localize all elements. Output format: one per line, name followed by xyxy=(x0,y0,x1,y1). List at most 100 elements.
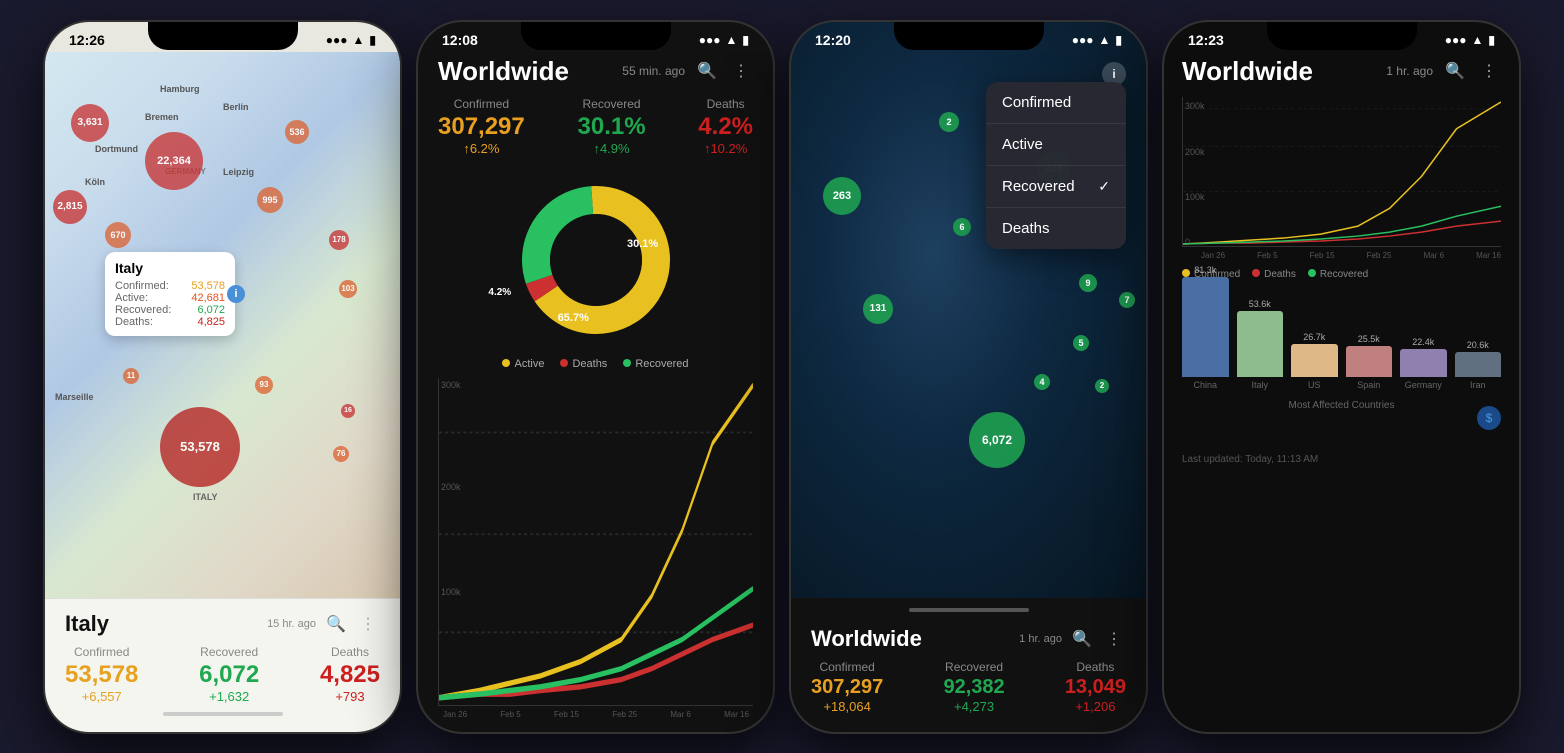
worldwide-stats-row-2: Confirmed 307,297 ↑6.2% Recovered 30.1% … xyxy=(438,97,753,156)
menu-button-3[interactable]: ⋮ xyxy=(1102,627,1126,651)
notch-4 xyxy=(1267,22,1417,50)
time-1: 12:26 xyxy=(69,32,105,48)
bubble-22364: 22,364 xyxy=(145,132,203,190)
search-button-2[interactable]: 🔍 xyxy=(695,59,719,83)
x-label-mar16-4: Mar 16 xyxy=(1476,251,1501,260)
popup-deaths: 4,825 xyxy=(197,316,225,328)
worldwide-header-4: Worldwide 1 hr. ago 🔍 ⋮ xyxy=(1182,52,1501,97)
x-label-feb5-4: Feb 5 xyxy=(1257,251,1277,260)
gbubble-2b: 2 xyxy=(1095,379,1109,393)
bubble-2815: 2,815 xyxy=(53,190,87,224)
phone-worldwide-map: 12:20 ●●● ▲ ▮ 2 239 263 6 9 7 131 5 4 2 … xyxy=(791,22,1146,732)
line-chart-4: 300k 200k 100k 0 Jan 26 Feb 5 xyxy=(1182,97,1501,247)
confirmed-label-2: Confirmed xyxy=(438,97,525,111)
phone3-updated: 1 hr. ago xyxy=(1019,633,1062,645)
gbubble-4: 4 xyxy=(1034,374,1050,390)
gbubble-9: 9 xyxy=(1079,274,1097,292)
x-label-jan26-2: Jan 26 xyxy=(443,710,467,719)
battery-icon-3: ▮ xyxy=(1115,33,1122,47)
phone-italy: 12:26 ●●● ▲ ▮ Hamburg Bremen Berlin GERM… xyxy=(45,22,400,732)
bubble-11: 11 xyxy=(123,368,139,384)
menu-item-active[interactable]: Active xyxy=(986,124,1126,166)
recovered-change-3: +4,273 xyxy=(943,699,1004,714)
donut-svg xyxy=(511,175,681,345)
x-label-feb5-2: Feb 5 xyxy=(500,710,520,719)
wifi-icon: ▲ xyxy=(353,33,365,47)
popup-title: Italy xyxy=(115,260,225,276)
gbubble-2a: 2 xyxy=(939,112,959,132)
recovered-change-2: ↑4.9% xyxy=(578,141,646,156)
legend-deaths-4: Deaths xyxy=(1252,269,1296,280)
notch-2 xyxy=(521,22,671,50)
recovered-value-3: 92,382 xyxy=(943,676,1004,699)
confirmed-change-2: ↑6.2% xyxy=(438,141,525,156)
phone3-title: Worldwide xyxy=(811,626,922,652)
menu-item-deaths[interactable]: Deaths xyxy=(986,208,1126,249)
wifi-icon-4: ▲ xyxy=(1472,33,1484,47)
deaths-change-2: ↑10.2% xyxy=(698,141,753,156)
time-4: 12:23 xyxy=(1188,32,1224,48)
status-icons-1: ●●● ▲ ▮ xyxy=(326,33,376,47)
worldwide-map[interactable]: 2 239 263 6 9 7 131 5 4 2 6,072 i Confir… xyxy=(791,22,1146,598)
bubble-536: 536 xyxy=(285,120,309,144)
bubble-italy-large: 53,578 xyxy=(160,407,240,487)
x-label-feb25-4: Feb 25 xyxy=(1367,251,1392,260)
legend-recovered-4: Recovered xyxy=(1308,269,1368,280)
line-chart-svg-2 xyxy=(439,378,753,705)
italy-stats-row: Confirmed 53,578 +6,557 Recovered 6,072 … xyxy=(65,645,380,704)
line-chart-legend-4: Confirmed Deaths Recovered xyxy=(1182,269,1501,280)
menu-button-4[interactable]: ⋮ xyxy=(1477,59,1501,83)
worldwide-header-2: Worldwide 55 min. ago 🔍 ⋮ xyxy=(438,52,753,97)
signal-icon: ●●● xyxy=(326,33,348,47)
confirmed-label-1: Confirmed xyxy=(65,645,138,659)
wifi-icon-3: ▲ xyxy=(1099,33,1111,47)
italy-title: Italy xyxy=(65,611,109,637)
recovered-value-1: 6,072 xyxy=(199,661,259,689)
map-label-leipzig: Leipzig xyxy=(223,167,254,177)
menu-button-2[interactable]: ⋮ xyxy=(729,59,753,83)
time-2: 12:08 xyxy=(442,32,478,48)
dropdown-menu: Confirmed Active Recovered ✓ Deaths xyxy=(986,82,1126,249)
phones-container: 12:26 ●●● ▲ ▮ Hamburg Bremen Berlin GERM… xyxy=(25,2,1539,752)
search-button-1[interactable]: 🔍 xyxy=(324,612,348,636)
recovered-label-3: Recovered xyxy=(943,660,1004,674)
bubble-670: 670 xyxy=(105,222,131,248)
bubble-76: 76 xyxy=(333,446,349,462)
header-right-2: 55 min. ago 🔍 ⋮ xyxy=(622,59,753,83)
confirmed-change-1: +6,557 xyxy=(65,689,138,704)
gbubble-7: 7 xyxy=(1119,292,1135,308)
bar-chart-inner-4: 81.3k China 53.6k Italy 26.7k US 25.5k S… xyxy=(1182,290,1501,410)
status-icons-2: ●●● ▲ ▮ xyxy=(699,33,749,47)
x-label-feb15-2: Feb 15 xyxy=(554,710,579,719)
menu-item-recovered[interactable]: Recovered ✓ xyxy=(986,166,1126,208)
checkmark-recovered: ✓ xyxy=(1098,178,1110,195)
italy-deaths-col: Deaths 4,825 +793 xyxy=(320,645,380,704)
wifi-icon-2: ▲ xyxy=(726,33,738,47)
popup-recovered: 6,072 xyxy=(197,304,225,316)
italy-updated: 15 hr. ago xyxy=(267,618,316,630)
bar-group-germany: 22.4k Germany xyxy=(1400,337,1447,390)
donut-recovered-label: 30.1% xyxy=(627,238,658,250)
subtitle-4: 1 hr. ago xyxy=(1386,64,1433,78)
notch-3 xyxy=(894,22,1044,50)
phone3-stats-row: Confirmed 307,297 +18,064 Recovered 92,3… xyxy=(811,660,1126,714)
search-button-4[interactable]: 🔍 xyxy=(1443,59,1467,83)
bar-chart-title-4: Most Affected Countries xyxy=(1182,400,1501,411)
search-button-3[interactable]: 🔍 xyxy=(1070,627,1094,651)
gbubble-263: 263 xyxy=(823,177,861,215)
italy-map[interactable]: Hamburg Bremen Berlin GERMANY Dortmund L… xyxy=(45,52,400,598)
popup-active: 42,681 xyxy=(191,292,225,304)
phone1-screen: Hamburg Bremen Berlin GERMANY Dortmund L… xyxy=(45,52,400,732)
notch xyxy=(148,22,298,50)
battery-icon: ▮ xyxy=(369,33,376,47)
map-label-bremen: Bremen xyxy=(145,112,179,122)
signal-icon-4: ●●● xyxy=(1445,33,1467,47)
menu-button-1[interactable]: ⋮ xyxy=(356,612,380,636)
map-label-marseille: Marseille xyxy=(55,392,94,402)
confirmed-change-3: +18,064 xyxy=(811,699,883,714)
menu-item-confirmed[interactable]: Confirmed xyxy=(986,82,1126,124)
gbubble-5: 5 xyxy=(1073,335,1089,351)
action-button-4[interactable]: $ xyxy=(1477,406,1501,430)
legend-recovered: Recovered xyxy=(623,358,688,370)
info-icon[interactable]: i xyxy=(227,285,245,303)
